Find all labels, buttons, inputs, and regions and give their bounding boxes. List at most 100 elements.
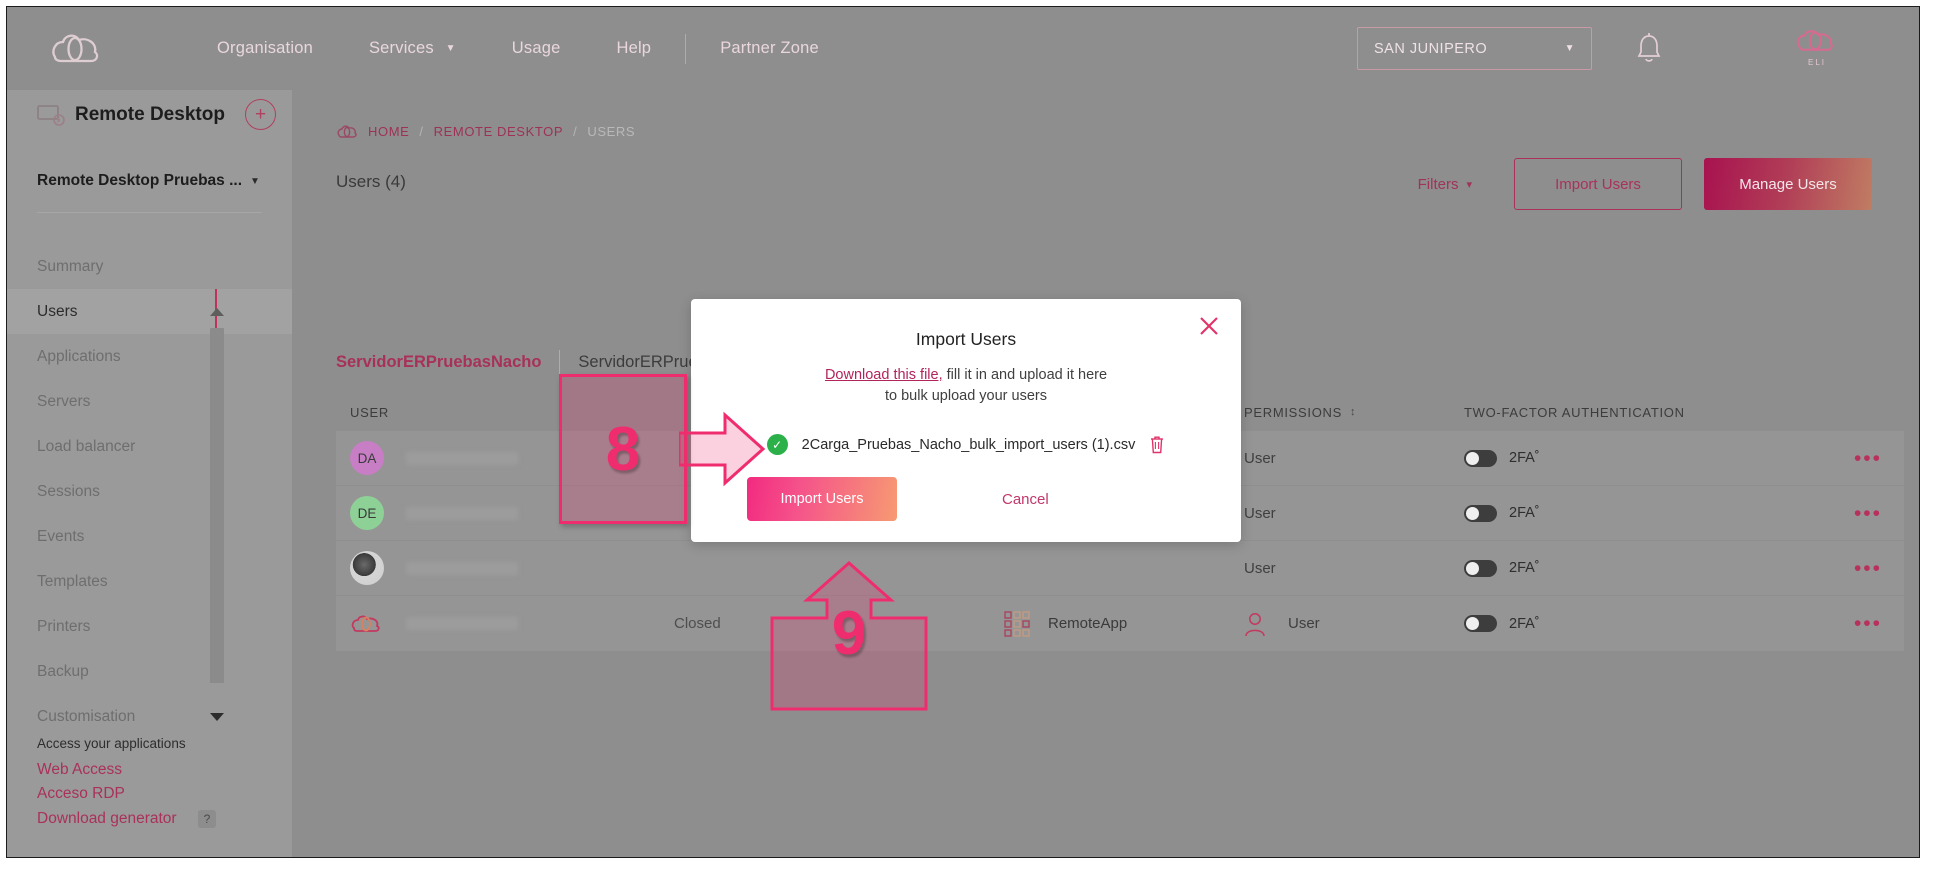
row-menu-button[interactable]: ••• <box>1854 558 1904 579</box>
sidebar-item-printers[interactable]: Printers <box>7 604 292 649</box>
download-template-link[interactable]: Download this file, <box>825 367 943 383</box>
trash-icon[interactable] <box>1149 435 1165 454</box>
cell-two-factor: 2FA˚ <box>1464 559 1824 577</box>
nav-label-services: Services <box>368 39 434 57</box>
modal-import-users-button[interactable]: Import Users <box>747 477 897 522</box>
plus-icon: + <box>254 104 267 125</box>
home-cloud-icon[interactable] <box>336 124 358 139</box>
table-row[interactable]: User 2FA˚ ••• <box>336 541 1904 596</box>
server-tab-1[interactable]: ServidorERPruebasNacho <box>336 353 541 372</box>
sidebar-item-applications[interactable]: Applications <box>7 334 292 379</box>
sidebar-link-web-access[interactable]: Web Access <box>37 758 292 782</box>
cell-permission: User <box>1244 612 1464 636</box>
scroll-down-arrow-icon[interactable] <box>210 713 224 721</box>
cell-two-factor: 2FA˚ <box>1464 449 1824 467</box>
sidebar-link-download-generator[interactable]: Download generator <box>37 807 292 831</box>
avatar: DA <box>350 441 384 475</box>
chevron-down-icon: ▾ <box>1466 178 1472 191</box>
row-menu-button[interactable]: ••• <box>1854 613 1904 634</box>
page-actions: Filters ▾ Import Users Manage Users <box>1418 158 1872 210</box>
import-users-modal: Import Users Download this file, fill it… <box>691 299 1241 542</box>
project-selector[interactable]: Remote Desktop Pruebas ... ▼ <box>7 172 292 190</box>
nav-item-partner-zone[interactable]: Partner Zone <box>692 7 847 90</box>
import-users-button[interactable]: Import Users <box>1514 158 1682 210</box>
manage-users-button[interactable]: Manage Users <box>1704 158 1872 210</box>
two-factor-toggle[interactable] <box>1464 449 1497 467</box>
two-factor-toggle[interactable] <box>1464 615 1497 632</box>
two-factor-toggle[interactable] <box>1464 504 1497 522</box>
modal-cancel-button[interactable]: Cancel <box>1002 491 1049 508</box>
column-header-user: USER <box>350 404 389 420</box>
nav-item-services[interactable]: Services ▼ <box>341 7 484 90</box>
filters-label: Filters <box>1417 175 1459 193</box>
cell-permission: User <box>1244 505 1464 522</box>
column-header-permissions[interactable]: PERMISSIONS ↕ <box>1244 405 1464 420</box>
sidebar-link-acceso-rdp[interactable]: Acceso RDP <box>37 782 292 806</box>
sidebar-header: Remote Desktop + <box>7 90 292 139</box>
column-header-permissions-label: PERMISSIONS <box>1244 404 1342 420</box>
close-icon[interactable] <box>1198 315 1220 337</box>
sidebar-scrollbar[interactable] <box>210 308 224 721</box>
help-badge[interactable]: ? <box>198 810 216 828</box>
sidebar-item-customisation[interactable]: Customisation <box>7 694 292 739</box>
sidebar-item-label: Users <box>37 302 78 320</box>
nav-label-usage: Usage <box>511 39 561 57</box>
column-header-two-factor: TWO-FACTOR AUTHENTICATION <box>1464 404 1685 420</box>
sidebar-item-servers[interactable]: Servers <box>7 379 292 424</box>
sidebar-item-sessions[interactable]: Sessions <box>7 469 292 514</box>
user-name-redacted <box>406 506 518 520</box>
row-menu-button[interactable]: ••• <box>1854 448 1904 469</box>
avatar <box>350 551 384 585</box>
sidebar-item-events[interactable]: Events <box>7 514 292 559</box>
scroll-up-arrow-icon[interactable] <box>210 308 224 316</box>
breadcrumb-item-users: USERS <box>587 124 636 139</box>
toggle-knob <box>1466 561 1479 575</box>
two-factor-label: 2FA˚ <box>1509 615 1540 632</box>
sidebar-item-label: Customisation <box>37 707 136 725</box>
sidebar-item-templates[interactable]: Templates <box>7 559 292 604</box>
breadcrumb: HOME / REMOTE DESKTOP / USERS <box>336 124 635 139</box>
server-tab-divider <box>559 350 561 374</box>
check-circle-icon: ✓ <box>766 434 788 456</box>
sidebar-item-users[interactable]: Users <box>7 289 292 334</box>
avatar <box>350 607 384 641</box>
table-row[interactable]: Closed RemoteApp User 2FA˚ ••• <box>336 596 1904 651</box>
sort-updown-icon[interactable]: ↕ <box>1350 406 1356 418</box>
row-menu-button[interactable]: ••• <box>1854 503 1904 524</box>
two-factor-toggle[interactable] <box>1464 559 1497 577</box>
filters-dropdown[interactable]: Filters ▾ <box>1418 176 1472 193</box>
modal-description-line2: to bulk upload your users <box>884 388 1047 405</box>
nav-divider <box>685 33 687 64</box>
import-users-button-label: Import Users <box>1555 175 1641 193</box>
sidebar: Remote Desktop + Remote Desktop Pruebas … <box>7 90 292 857</box>
nav-item-usage[interactable]: Usage <box>484 7 589 90</box>
sidebar-footer-heading: Access your applications <box>37 735 186 751</box>
remote-desktop-icon <box>37 104 65 126</box>
cloud-logo-icon[interactable] <box>49 29 105 69</box>
notification-bell-icon[interactable] <box>1634 31 1664 65</box>
nav-item-help[interactable]: Help <box>588 7 679 90</box>
sidebar-item-load-balancer[interactable]: Load balancer <box>7 424 292 469</box>
breadcrumb-item-remote-desktop[interactable]: REMOTE DESKTOP <box>434 124 564 139</box>
sidebar-item-backup[interactable]: Backup <box>7 649 292 694</box>
toggle-knob <box>1466 451 1479 465</box>
organisation-selector[interactable]: SAN JUNIPERO ▼ <box>1357 27 1592 70</box>
cell-permission-label: User <box>1244 504 1276 522</box>
nav-item-organisation[interactable]: Organisation <box>189 7 341 90</box>
user-account-label: ELI <box>1807 58 1826 67</box>
modal-actions: Import Users Cancel <box>691 477 1241 522</box>
nav-label-organisation: Organisation <box>217 39 313 57</box>
scrollbar-thumb[interactable] <box>210 328 224 683</box>
page-frame: Organisation Services ▼ Usage Help Partn… <box>6 6 1920 858</box>
sidebar-item-label: Load balancer <box>37 437 136 455</box>
user-name-redacted <box>406 561 518 575</box>
two-factor-label: 2FA˚ <box>1509 450 1540 466</box>
two-factor-label: 2FA˚ <box>1509 560 1540 576</box>
user-account-logo[interactable]: ELI <box>1781 25 1853 73</box>
sidebar-item-label: Applications <box>37 347 121 365</box>
add-service-button[interactable]: + <box>245 99 276 130</box>
breadcrumb-item-home[interactable]: HOME <box>368 124 409 139</box>
sidebar-item-label: Printers <box>37 617 91 635</box>
sidebar-item-summary[interactable]: Summary <box>7 244 292 289</box>
cell-two-factor: 2FA˚ <box>1464 615 1824 632</box>
